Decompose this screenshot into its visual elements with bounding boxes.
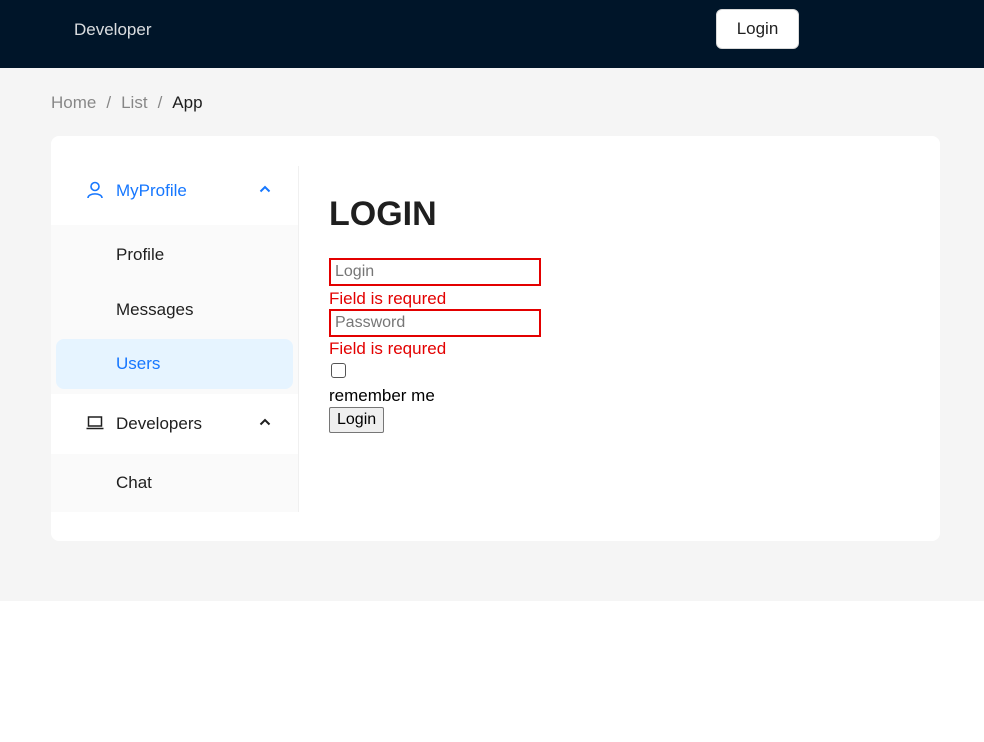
breadcrumb: Home / List / App [51, 92, 203, 114]
login-submit-button[interactable]: Login [329, 407, 385, 433]
content-card: MyProfile Profile Messages Users Develop… [51, 136, 940, 541]
sidebar-item-users[interactable]: Users [56, 339, 293, 389]
remember-me-checkbox[interactable] [331, 363, 346, 378]
header-login-button[interactable]: Login [716, 9, 799, 49]
sidebar-item-label: Messages [116, 300, 194, 319]
chevron-up-icon [259, 185, 271, 193]
user-icon [87, 181, 103, 199]
breadcrumb-home[interactable]: Home [51, 92, 96, 114]
sidebar-item-label: Profile [116, 245, 165, 264]
breadcrumb-current: App [172, 93, 203, 112]
sidebar-item-label: Users [116, 354, 161, 373]
submenu-developers-items: Chat [51, 454, 298, 512]
chevron-up-icon [259, 418, 271, 426]
brand-title: Developer [74, 20, 152, 39]
sidebar-item-label: Chat [116, 473, 152, 492]
remember-me-label: remember me [329, 386, 435, 405]
login-error-text: Field is requred [329, 289, 447, 308]
sidebar-item-chat[interactable]: Chat [56, 458, 293, 508]
submenu-developers[interactable]: Developers [51, 399, 298, 449]
breadcrumb-list[interactable]: List [121, 92, 147, 114]
login-input[interactable] [329, 258, 541, 286]
submenu-developers-label: Developers [116, 414, 202, 433]
app-layout: Developer Login Home / List / App MyProf… [0, 0, 984, 601]
sidebar-item-messages[interactable]: Messages [56, 285, 293, 335]
submenu-myprofile-label: MyProfile [116, 181, 187, 200]
page-title: LOGIN [329, 195, 437, 233]
breadcrumb-separator: / [106, 93, 112, 112]
sidebar-item-profile[interactable]: Profile [56, 230, 293, 280]
breadcrumb-separator: / [157, 93, 163, 112]
password-error-text: Field is requred [329, 339, 447, 358]
submenu-myprofile[interactable]: MyProfile [51, 166, 298, 216]
submenu-myprofile-items: Profile Messages Users [51, 225, 298, 394]
sidebar-menu: MyProfile Profile Messages Users Develop… [51, 166, 299, 512]
password-input[interactable] [329, 309, 541, 337]
top-header: Developer Login [0, 0, 984, 68]
laptop-icon [86, 416, 104, 430]
